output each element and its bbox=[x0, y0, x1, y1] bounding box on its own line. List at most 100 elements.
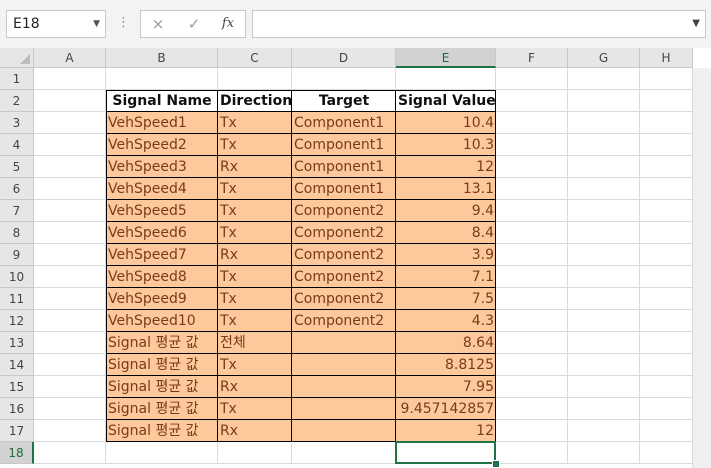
table-cell[interactable]: Rx bbox=[218, 156, 292, 178]
table-cell[interactable]: Tx bbox=[218, 288, 292, 310]
table-cell[interactable]: Component1 bbox=[292, 178, 396, 200]
row-header-3[interactable]: 3 bbox=[0, 112, 34, 134]
table-cell[interactable]: Component1 bbox=[292, 134, 396, 156]
table-cell[interactable]: Component1 bbox=[292, 156, 396, 178]
chevron-down-icon[interactable]: ▼ bbox=[93, 11, 100, 37]
table-header-cell[interactable]: Target bbox=[292, 90, 396, 112]
table-cell[interactable]: VehSpeed4 bbox=[106, 178, 218, 200]
expand-formula-icon[interactable]: ▼ bbox=[692, 18, 700, 29]
row-header-12[interactable]: 12 bbox=[0, 310, 34, 332]
table-cell[interactable]: Signal 평균 값 bbox=[106, 398, 218, 420]
table-cell[interactable]: 9.4 bbox=[396, 200, 496, 222]
table-cell[interactable]: 3.9 bbox=[396, 244, 496, 266]
table-cell[interactable]: Tx bbox=[218, 310, 292, 332]
table-cell[interactable]: VehSpeed5 bbox=[106, 200, 218, 222]
table-cell[interactable]: 12 bbox=[396, 156, 496, 178]
table-cell[interactable]: Component2 bbox=[292, 222, 396, 244]
row-header-15[interactable]: 15 bbox=[0, 376, 34, 398]
row-header-7[interactable]: 7 bbox=[0, 200, 34, 222]
table-header-cell[interactable]: Direction bbox=[218, 90, 292, 112]
table-cell[interactable]: VehSpeed9 bbox=[106, 288, 218, 310]
table-cell[interactable]: 8.64 bbox=[396, 332, 496, 354]
row-header-13[interactable]: 13 bbox=[0, 332, 34, 354]
row-header-8[interactable]: 8 bbox=[0, 222, 34, 244]
table-cell[interactable]: Tx bbox=[218, 200, 292, 222]
row-header-6[interactable]: 6 bbox=[0, 178, 34, 200]
insert-function-icon[interactable]: fx bbox=[213, 11, 243, 37]
table-cell[interactable]: Component2 bbox=[292, 310, 396, 332]
table-cell[interactable] bbox=[292, 376, 396, 398]
table-cell[interactable] bbox=[292, 398, 396, 420]
table-cell[interactable] bbox=[292, 420, 396, 442]
table-cell[interactable]: VehSpeed2 bbox=[106, 134, 218, 156]
formula-input[interactable]: ▼ bbox=[252, 10, 706, 38]
row-header-2[interactable]: 2 bbox=[0, 90, 34, 112]
row-header-14[interactable]: 14 bbox=[0, 354, 34, 376]
table-cell[interactable]: Tx bbox=[218, 222, 292, 244]
row-header-5[interactable]: 5 bbox=[0, 156, 34, 178]
table-cell[interactable]: Tx bbox=[218, 134, 292, 156]
table-cell[interactable]: 4.3 bbox=[396, 310, 496, 332]
table-cell[interactable]: Tx bbox=[218, 112, 292, 134]
column-header-g[interactable]: G bbox=[568, 48, 640, 68]
name-box[interactable]: E18 ▼ bbox=[6, 10, 106, 38]
row-header-18[interactable]: 18 bbox=[0, 442, 34, 464]
row-header-4[interactable]: 4 bbox=[0, 134, 34, 156]
table-cell[interactable]: 10.3 bbox=[396, 134, 496, 156]
column-header-b[interactable]: B bbox=[106, 48, 218, 68]
row-header-17[interactable]: 17 bbox=[0, 420, 34, 442]
table-cell[interactable]: Tx bbox=[218, 266, 292, 288]
table-cell[interactable]: 12 bbox=[396, 420, 496, 442]
column-header-a[interactable]: A bbox=[34, 48, 106, 68]
table-cell[interactable]: VehSpeed10 bbox=[106, 310, 218, 332]
column-header-e[interactable]: E bbox=[396, 48, 496, 68]
row-header-16[interactable]: 16 bbox=[0, 398, 34, 420]
table-cell[interactable]: 9.457142857 bbox=[396, 398, 496, 420]
table-cell[interactable]: Signal 평균 값 bbox=[106, 332, 218, 354]
check-icon[interactable]: ✓ bbox=[179, 11, 209, 37]
table-cell[interactable]: 7.5 bbox=[396, 288, 496, 310]
table-cell[interactable]: 7.1 bbox=[396, 266, 496, 288]
worksheet-grid[interactable]: ABCDEFGH 1 2 3 4 5 6 7 8 9 10 11 12 13 14 15 16 17 18 Sig… bbox=[0, 48, 711, 468]
table-cell[interactable]: Component2 bbox=[292, 288, 396, 310]
column-header-f[interactable]: F bbox=[496, 48, 568, 68]
row-header-11[interactable]: 11 bbox=[0, 288, 34, 310]
table-cell[interactable]: Rx bbox=[218, 420, 292, 442]
column-header-c[interactable]: C bbox=[218, 48, 292, 68]
vertical-scrollbar[interactable] bbox=[692, 68, 711, 468]
active-cell-indicator[interactable] bbox=[395, 441, 496, 464]
table-cell[interactable]: Signal 평균 값 bbox=[106, 354, 218, 376]
table-cell[interactable]: VehSpeed1 bbox=[106, 112, 218, 134]
table-header-cell[interactable]: Signal Value bbox=[396, 90, 496, 112]
table-cell[interactable] bbox=[292, 332, 396, 354]
table-cell[interactable]: 13.1 bbox=[396, 178, 496, 200]
table-cell[interactable]: 8.8125 bbox=[396, 354, 496, 376]
cancel-icon[interactable]: × bbox=[143, 11, 173, 37]
table-cell[interactable]: Tx bbox=[218, 354, 292, 376]
table-cell[interactable] bbox=[292, 354, 396, 376]
table-cell[interactable]: Component2 bbox=[292, 244, 396, 266]
table-cell[interactable]: Rx bbox=[218, 244, 292, 266]
table-cell[interactable]: Signal 평균 값 bbox=[106, 420, 218, 442]
table-cell[interactable]: VehSpeed3 bbox=[106, 156, 218, 178]
table-cell[interactable]: Component2 bbox=[292, 200, 396, 222]
table-cell[interactable]: Tx bbox=[218, 178, 292, 200]
table-cell[interactable]: Rx bbox=[218, 376, 292, 398]
table-cell[interactable]: Signal 평균 값 bbox=[106, 376, 218, 398]
row-header-9[interactable]: 9 bbox=[0, 244, 34, 266]
table-cell[interactable]: Tx bbox=[218, 398, 292, 420]
select-all-corner[interactable] bbox=[0, 48, 34, 68]
table-cell[interactable]: 7.95 bbox=[396, 376, 496, 398]
table-header-cell[interactable]: Signal Name bbox=[106, 90, 218, 112]
table-cell[interactable]: VehSpeed8 bbox=[106, 266, 218, 288]
fill-handle[interactable] bbox=[492, 460, 500, 468]
table-cell[interactable]: VehSpeed6 bbox=[106, 222, 218, 244]
table-cell[interactable]: 8.4 bbox=[396, 222, 496, 244]
row-header-10[interactable]: 10 bbox=[0, 266, 34, 288]
column-header-h[interactable]: H bbox=[640, 48, 693, 68]
table-cell[interactable]: 10.4 bbox=[396, 112, 496, 134]
table-cell[interactable]: VehSpeed7 bbox=[106, 244, 218, 266]
table-cell[interactable]: Component2 bbox=[292, 266, 396, 288]
table-cell[interactable]: Component1 bbox=[292, 112, 396, 134]
column-header-d[interactable]: D bbox=[292, 48, 396, 68]
